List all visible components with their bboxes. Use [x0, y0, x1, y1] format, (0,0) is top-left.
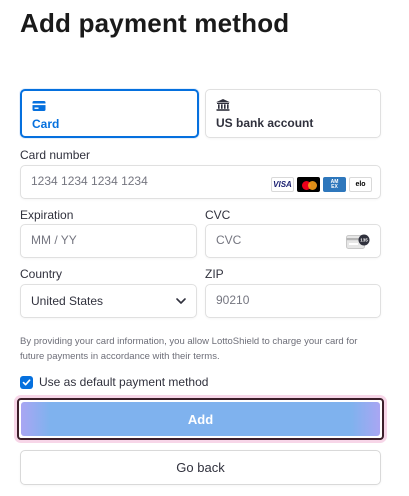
cvc-card-icon: 135 [346, 234, 370, 249]
default-method-label: Use as default payment method [39, 375, 209, 389]
page-title: Add payment method [20, 8, 290, 38]
bank-icon [216, 99, 230, 111]
default-method-row[interactable]: Use as default payment method [20, 375, 208, 389]
default-method-checkbox[interactable] [20, 375, 33, 389]
card-icon [32, 101, 46, 111]
tab-card[interactable]: Card [20, 89, 199, 138]
card-brands: VISA AM EX elo [271, 177, 372, 192]
go-back-button[interactable]: Go back [20, 450, 381, 485]
cvc-field: 135 [205, 224, 381, 258]
zip-field [205, 284, 381, 318]
elo-icon: elo [349, 177, 372, 192]
amex-icon: AM EX [323, 177, 346, 192]
expiration-label: Expiration [20, 208, 74, 222]
mastercard-icon [297, 177, 320, 192]
card-number-field: VISA AMEX elo [20, 165, 381, 199]
cvc-label: CVC [205, 208, 231, 222]
cvc-icon-text: 135 [360, 238, 368, 243]
zip-input[interactable] [216, 293, 366, 307]
card-number-label: Card number [20, 148, 91, 162]
tab-card-label: Card [32, 117, 60, 131]
add-button[interactable]: Add [21, 402, 380, 436]
chevron-down-icon [176, 298, 186, 304]
country-select[interactable]: United States [20, 284, 197, 318]
card-number-input[interactable] [31, 174, 181, 188]
country-label: Country [20, 267, 63, 281]
visa-icon: VISA [271, 177, 294, 192]
expiration-input[interactable] [31, 233, 181, 247]
tab-us-bank-account[interactable]: US bank account [205, 89, 381, 138]
country-value: United States [31, 294, 104, 308]
payment-method-tabs: Card US bank account [20, 89, 381, 138]
tab-bank-label: US bank account [216, 116, 314, 130]
cvc-input[interactable] [216, 233, 326, 247]
checkmark-icon [22, 378, 31, 385]
terms-text: By providing your card information, you … [20, 336, 358, 362]
zip-label: ZIP [205, 267, 224, 281]
expiration-field [20, 224, 197, 258]
